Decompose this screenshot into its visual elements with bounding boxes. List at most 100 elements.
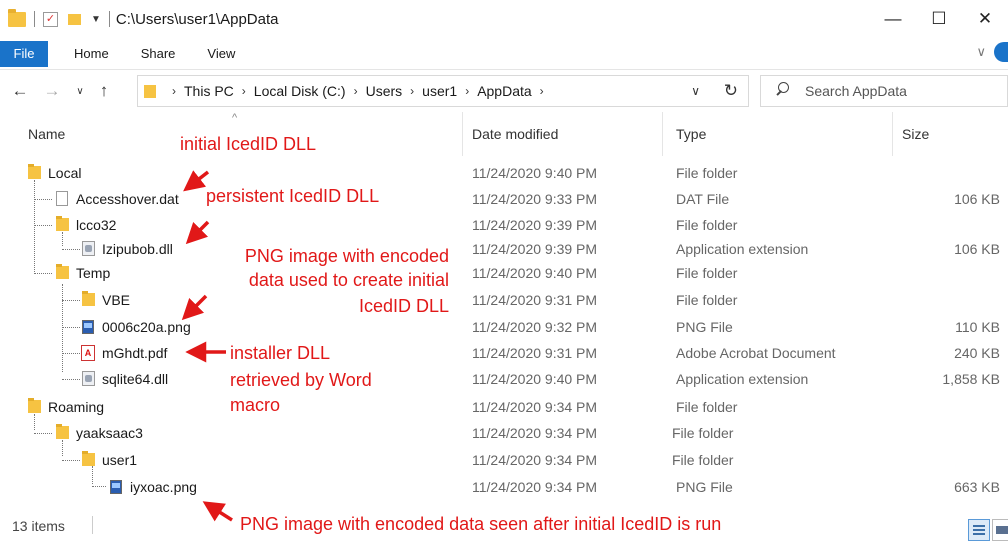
file-size <box>900 160 1000 186</box>
file-date: 11/24/2020 9:39 PM <box>472 217 598 233</box>
tab-view[interactable]: View <box>191 46 251 61</box>
tab-home[interactable]: Home <box>48 46 125 61</box>
chevron-down-icon[interactable]: ∨ <box>691 84 700 98</box>
folder-icon <box>28 164 41 179</box>
file-type: File folder <box>676 292 738 308</box>
list-item[interactable]: VBE 11/24/2020 9:31 PM File folder <box>0 287 1008 313</box>
breadcrumb-local-disk[interactable]: Local Disk (C:) <box>254 83 346 99</box>
chevron-right-icon[interactable]: › <box>354 84 358 98</box>
file-date: 11/24/2020 9:40 PM <box>472 371 598 387</box>
breadcrumb-users[interactable]: Users <box>366 83 403 99</box>
tab-file[interactable]: File <box>0 40 48 67</box>
annotation-initial-dll: initial IcedID DLL <box>180 134 317 154</box>
refresh-icon[interactable]: ↻ <box>724 81 738 101</box>
address-bar[interactable]: › This PC › Local Disk (C:) › Users › us… <box>137 75 749 107</box>
file-name: 0006c20a.png <box>102 319 191 335</box>
folder-icon <box>82 451 95 466</box>
file-name: sqlite64.dll <box>102 371 169 387</box>
list-item[interactable]: sqlite64.dll 11/24/2020 9:40 PM Applicat… <box>0 366 1008 392</box>
file-type: Application extension <box>676 241 809 257</box>
column-divider[interactable] <box>892 112 893 156</box>
list-item[interactable]: user1 11/24/2020 9:34 PM File folder <box>0 447 1008 473</box>
file-type: File folder <box>672 452 734 468</box>
up-icon[interactable]: ↑ <box>92 81 116 101</box>
image-file-icon <box>110 480 122 494</box>
column-header-size[interactable]: Size <box>902 112 929 156</box>
recent-locations-icon[interactable]: ∨ <box>68 86 92 97</box>
folder-icon <box>144 84 156 98</box>
status-item-count: 13 items <box>12 518 65 534</box>
file-date: 11/24/2020 9:33 PM <box>472 191 598 207</box>
breadcrumb-this-pc[interactable]: This PC <box>184 83 234 99</box>
file-type: File folder <box>676 165 738 181</box>
search-input[interactable]: Search AppData <box>760 75 1008 107</box>
list-item[interactable]: Accesshover.dat 11/24/2020 9:33 PM DAT F… <box>0 186 1008 212</box>
file-type: File folder <box>676 265 738 281</box>
chevron-right-icon[interactable]: › <box>172 84 176 98</box>
chevron-right-icon[interactable]: › <box>540 84 544 98</box>
file-size <box>900 447 1000 473</box>
chevron-right-icon[interactable]: › <box>410 84 414 98</box>
list-item[interactable]: A mGhdt.pdf 11/24/2020 9:31 PM Adobe Acr… <box>0 340 1008 366</box>
expand-ribbon-icon[interactable]: ∨ <box>976 44 986 60</box>
file-size: 240 KB <box>954 345 1000 361</box>
forward-icon[interactable]: → <box>40 81 64 101</box>
chevron-right-icon[interactable]: › <box>242 84 246 98</box>
list-item[interactable]: Local 11/24/2020 9:40 PM File folder <box>0 160 1008 186</box>
list-item[interactable]: Temp 11/24/2020 9:40 PM File folder <box>0 260 1008 286</box>
search-icon <box>773 81 793 101</box>
tree-line <box>92 486 106 487</box>
window-title: C:\Users\user1\AppData <box>115 10 279 28</box>
column-divider[interactable] <box>662 112 663 156</box>
dll-file-icon <box>82 371 95 386</box>
file-type: File folder <box>672 425 734 441</box>
pdf-file-icon: A <box>81 345 95 361</box>
help-icon[interactable] <box>994 42 1008 62</box>
file-date: 11/24/2020 9:40 PM <box>472 165 598 181</box>
tree-line <box>62 460 80 461</box>
list-item[interactable]: lcco32 11/24/2020 9:39 PM File folder <box>0 212 1008 238</box>
customize-toolbar-icon[interactable]: ▼ <box>91 14 101 25</box>
new-folder-icon[interactable] <box>68 13 81 25</box>
sort-ascending-icon: ^ <box>232 112 238 124</box>
file-date: 11/24/2020 9:34 PM <box>472 425 598 441</box>
file-type: DAT File <box>676 191 730 207</box>
column-header-name[interactable]: Name <box>28 112 65 156</box>
tab-share[interactable]: Share <box>125 46 192 61</box>
column-header-date[interactable]: Date modified <box>472 112 558 156</box>
file-size: 106 KB <box>954 241 1000 257</box>
list-item[interactable]: iyxoac.png 11/24/2020 9:34 PM PNG File 6… <box>0 474 1008 500</box>
folder-icon <box>82 291 95 306</box>
properties-icon[interactable]: ✓ <box>43 11 58 27</box>
column-header-type[interactable]: Type <box>676 112 706 156</box>
chevron-right-icon[interactable]: › <box>465 84 469 98</box>
details-view-icon[interactable] <box>968 519 990 541</box>
list-item[interactable]: 0006c20a.png 11/24/2020 9:32 PM PNG File… <box>0 314 1008 340</box>
file-name: Local <box>48 165 82 181</box>
tree-line <box>34 225 52 226</box>
image-file-icon <box>82 320 94 334</box>
maximize-button[interactable]: ☐ <box>916 0 962 38</box>
folder-icon <box>56 424 69 439</box>
breadcrumb-appdata[interactable]: AppData <box>477 83 531 99</box>
list-item[interactable]: Roaming 11/24/2020 9:34 PM File folder <box>0 394 1008 420</box>
breadcrumb-user1[interactable]: user1 <box>422 83 457 99</box>
file-size <box>900 287 1000 313</box>
minimize-button[interactable]: — <box>870 0 916 38</box>
column-divider[interactable] <box>462 112 463 156</box>
folder-icon <box>56 216 69 231</box>
tree-line <box>62 249 80 250</box>
back-icon[interactable]: ← <box>8 81 32 101</box>
list-item[interactable]: yaaksaac3 11/24/2020 9:34 PM File folder <box>0 420 1008 446</box>
file-name: Accesshover.dat <box>76 191 179 207</box>
file-icon <box>56 191 68 206</box>
file-size: 663 KB <box>954 479 1000 495</box>
list-item[interactable]: Izipubob.dll 11/24/2020 9:39 PM Applicat… <box>0 236 1008 262</box>
file-type: Application extension <box>676 371 809 387</box>
tree-line <box>62 327 80 328</box>
title-bar: ✓ ▼ C:\Users\user1\AppData — ☐ ✕ <box>0 0 1008 38</box>
large-icons-view-icon[interactable] <box>992 519 1008 541</box>
folder-icon <box>56 264 69 279</box>
file-size <box>900 420 1000 446</box>
close-button[interactable]: ✕ <box>962 0 1008 38</box>
